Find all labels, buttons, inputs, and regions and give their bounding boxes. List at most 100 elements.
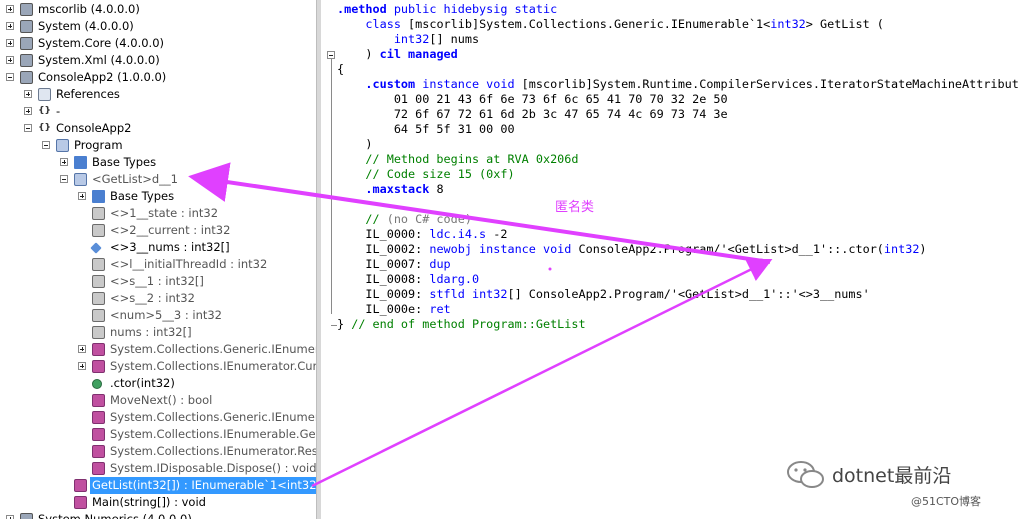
private-field-icon bbox=[92, 207, 105, 220]
expand-icon[interactable] bbox=[78, 192, 86, 200]
tree-node[interactable]: Main(string[]) : void bbox=[0, 494, 316, 511]
expand-icon[interactable] bbox=[24, 107, 32, 115]
code-token: dup bbox=[429, 257, 451, 271]
tree-node[interactable]: System.IDisposable.Dispose() : void bbox=[0, 460, 316, 477]
tree-node[interactable]: <>l__initialThreadId : int32 bbox=[0, 256, 316, 273]
tree-node-label: Base Types bbox=[92, 155, 157, 169]
tree-node-label: Base Types bbox=[110, 189, 175, 203]
tree-node[interactable]: mscorlib (4.0.0.0) bbox=[0, 1, 316, 18]
code-line: IL_0009: stfld int32[] ConsoleApp2.Progr… bbox=[337, 287, 870, 302]
assembly-tree-panel[interactable]: mscorlib (4.0.0.0) System (4.0.0.0) System… bbox=[0, 0, 316, 519]
expand-icon[interactable] bbox=[78, 362, 86, 370]
private-field-icon bbox=[92, 292, 105, 305]
code-token: [] ConsoleApp2.Program/'<GetList>d__1'::… bbox=[507, 287, 870, 301]
code-token: ConsoleApp2.Program/'<GetList>d__1'::.ct… bbox=[571, 242, 884, 256]
expand-icon[interactable] bbox=[6, 56, 14, 64]
code-line: 72 6f 67 72 61 6d 2b 3c 47 65 74 4c 69 7… bbox=[337, 107, 728, 122]
tree-node[interactable]: .ctor(int32) bbox=[0, 375, 316, 392]
code-token: IL_0000: bbox=[337, 227, 430, 241]
private-method-icon bbox=[92, 445, 105, 458]
expand-icon[interactable] bbox=[78, 345, 86, 353]
tree-node-label: <>2__current : int32 bbox=[110, 223, 231, 237]
tree-node[interactable]: <>3__nums : int32[] bbox=[0, 239, 316, 256]
tree-node-label: System.Collections.Generic.IEnumera bbox=[110, 410, 316, 424]
code-token: { bbox=[337, 62, 345, 76]
tree-node[interactable]: {} - bbox=[0, 103, 316, 120]
code-token: 64 5f 5f 31 00 00 bbox=[337, 122, 515, 136]
code-token: IL_0009: bbox=[337, 287, 430, 301]
tree-node[interactable]: nums : int32[] bbox=[0, 324, 316, 341]
collapse-icon[interactable] bbox=[24, 124, 32, 132]
tree-node[interactable]: {} ConsoleApp2 bbox=[0, 120, 316, 137]
tree-node[interactable]: Base Types bbox=[0, 154, 316, 171]
code-line: IL_0007: dup bbox=[337, 257, 451, 272]
code-token: instance void bbox=[415, 77, 515, 91]
tree-node[interactable]: System.Collections.IEnumerable.GetE bbox=[0, 426, 316, 443]
code-token: int32 bbox=[883, 242, 920, 256]
code-line: } // end of method Program::GetList bbox=[337, 317, 586, 332]
tree-node[interactable]: System.Numerics (4.0.0.0) bbox=[0, 511, 316, 519]
tree-node-label: References bbox=[56, 87, 120, 101]
code-line: { bbox=[337, 62, 344, 77]
il-code-view[interactable]: .method public hidebysig static class [m… bbox=[321, 0, 1018, 519]
private-method-icon bbox=[92, 462, 105, 475]
code-token: ) bbox=[337, 47, 380, 61]
collapse-icon[interactable] bbox=[60, 175, 68, 183]
code-token: IL_0007: bbox=[337, 257, 430, 271]
tree-node[interactable]: <>2__current : int32 bbox=[0, 222, 316, 239]
tree-node[interactable]: <>s__1 : int32[] bbox=[0, 273, 316, 290]
tree-node-label: System.Collections.IEnumerator.Rese bbox=[110, 444, 316, 458]
tree-node[interactable]: System.Core (4.0.0.0) bbox=[0, 35, 316, 52]
class-icon bbox=[56, 139, 69, 152]
tree-node[interactable]: System.Xml (4.0.0.0) bbox=[0, 52, 316, 69]
tree-node[interactable]: System.Collections.IEnumerator.Rese bbox=[0, 443, 316, 460]
code-token: > GetList ( bbox=[805, 17, 884, 31]
tree-node-label: System.Numerics (4.0.0.0) bbox=[38, 512, 192, 519]
namespace-icon: {} bbox=[38, 105, 51, 118]
code-token: ldarg.0 bbox=[429, 272, 480, 286]
expand-icon[interactable] bbox=[6, 515, 14, 519]
tree-node-label: System (4.0.0.0) bbox=[38, 19, 134, 33]
tree-node[interactable]: System.Collections.Generic.IEnumera bbox=[0, 341, 316, 358]
tree-node[interactable]: Program bbox=[0, 137, 316, 154]
tree-node-label: Program bbox=[74, 138, 123, 152]
tree-node[interactable]: ConsoleApp2 (1.0.0.0) bbox=[0, 69, 316, 86]
assembly-icon bbox=[20, 37, 33, 50]
code-line: class [mscorlib]System.Collections.Gener… bbox=[337, 17, 884, 32]
tree-node[interactable]: <>1__state : int32 bbox=[0, 205, 316, 222]
code-line: ) cil managed bbox=[337, 47, 458, 62]
tree-node[interactable]: <>s__2 : int32 bbox=[0, 290, 316, 307]
tree-node-label: <>s__1 : int32[] bbox=[110, 274, 204, 288]
expand-icon[interactable] bbox=[6, 39, 14, 47]
expand-icon[interactable] bbox=[24, 90, 32, 98]
tree-node[interactable]: References bbox=[0, 86, 316, 103]
code-token: IL_0002: bbox=[337, 242, 430, 256]
tree-node-label: nums : int32[] bbox=[110, 325, 192, 339]
collapse-icon[interactable] bbox=[6, 73, 14, 81]
fold-end bbox=[331, 325, 337, 326]
tree-node-label: System.Collections.Generic.IEnumera bbox=[110, 342, 316, 356]
tree-node[interactable]: System (4.0.0.0) bbox=[0, 18, 316, 35]
private-field-icon bbox=[92, 275, 105, 288]
expand-icon[interactable] bbox=[6, 22, 14, 30]
tree-node-label: <GetList>d__1 bbox=[92, 172, 178, 186]
tree-node[interactable]: System.Collections.Generic.IEnumera bbox=[0, 409, 316, 426]
code-line: int32[] nums bbox=[337, 32, 479, 47]
code-token: newobj instance void bbox=[429, 242, 572, 256]
expand-icon[interactable] bbox=[60, 158, 68, 166]
tree-node[interactable]: GetList(int32[]) : IEnumerable`1<int32> bbox=[0, 477, 316, 494]
private-field-icon bbox=[92, 326, 105, 339]
tree-node[interactable]: Base Types bbox=[0, 188, 316, 205]
code-token: cil managed bbox=[379, 47, 458, 61]
code-token: // Code size 15 (0xf) bbox=[337, 167, 515, 181]
tree-node[interactable]: MoveNext() : bool bbox=[0, 392, 316, 409]
tree-node[interactable]: <num>5__3 : int32 bbox=[0, 307, 316, 324]
expand-icon[interactable] bbox=[6, 5, 14, 13]
collapse-icon[interactable] bbox=[327, 51, 335, 59]
tree-node-label: <>3__nums : int32[] bbox=[110, 240, 230, 254]
tree-node[interactable]: <GetList>d__1 bbox=[0, 171, 316, 188]
collapse-icon[interactable] bbox=[42, 141, 50, 149]
tree-node-label: GetList(int32[]) : IEnumerable`1<int32> bbox=[90, 477, 316, 494]
tree-node[interactable]: System.Collections.IEnumerator.Curr bbox=[0, 358, 316, 375]
